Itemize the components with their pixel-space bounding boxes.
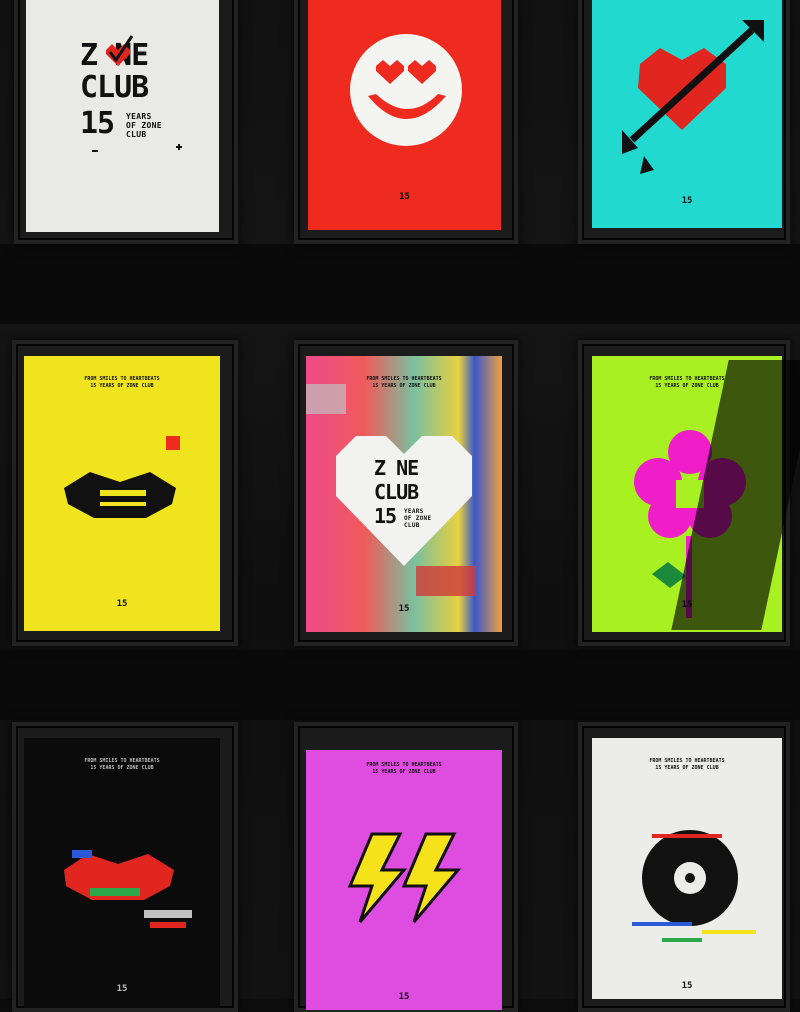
crosshair-mark [178, 144, 180, 150]
poster-title-line2: CLUB [374, 480, 419, 504]
poster-subtitle: YEARS [404, 508, 424, 515]
heart-check-icon [106, 35, 134, 66]
poster-footer-logo: 15 [399, 192, 410, 202]
poster-footer-logo: 15 [398, 992, 410, 1002]
crosshair-mark [92, 150, 98, 152]
poster-smiley: 15 [308, 0, 501, 230]
poster-title-line1: Z NE [374, 456, 419, 480]
vinyl-record-icon [632, 830, 756, 942]
poster-glitch-heart: FROM SMILES TO HEARTBEATS 15 YEARS OF ZO… [306, 356, 502, 632]
poster-lips: FROM SMILES TO HEARTBEATS 15 YEARS OF ZO… [24, 356, 220, 631]
poster-subtitle: OF ZONE [126, 121, 162, 130]
poster-footer-logo: 15 [681, 196, 693, 206]
heart-arrow-icon [622, 20, 764, 174]
poster-subtitle: YEARS [126, 112, 152, 121]
poster-title-line2: CLUB [80, 70, 149, 105]
poster-subtitle: OF ZONE [404, 515, 432, 522]
poster-lightning: FROM SMILES TO HEARTBEATS 15 YEARS OF ZO… [306, 750, 502, 1010]
lightning-bolts-icon [347, 832, 462, 923]
poster-vinyl: FROM SMILES TO HEARTBEATS 15 YEARS OF ZO… [592, 738, 782, 999]
poster-number: 15 [374, 504, 397, 528]
poster-footer-logo: 15 [116, 599, 128, 609]
poster-subtitle: CLUB [126, 130, 147, 139]
poster-subtitle: CLUB [404, 522, 420, 529]
poster-footer-logo: 15 [398, 604, 410, 614]
lips-icon [64, 436, 180, 518]
poster-number: 15 [80, 106, 115, 141]
wall-beam [0, 650, 800, 720]
poster-heart-arrow: 15 [592, 0, 782, 228]
poster-zone-club-logo: Z NE CLUB 15 YEARS OF ZONE CLUB [26, 0, 219, 232]
poster-footer-logo: 15 [681, 981, 693, 991]
poster-footer-logo: 15 [116, 984, 128, 994]
wall-beam [0, 244, 800, 324]
poster-glitch-lips: FROM SMILES TO HEARTBEATS 15 YEARS OF ZO… [24, 738, 220, 1008]
glitch-lips-icon [64, 850, 192, 928]
